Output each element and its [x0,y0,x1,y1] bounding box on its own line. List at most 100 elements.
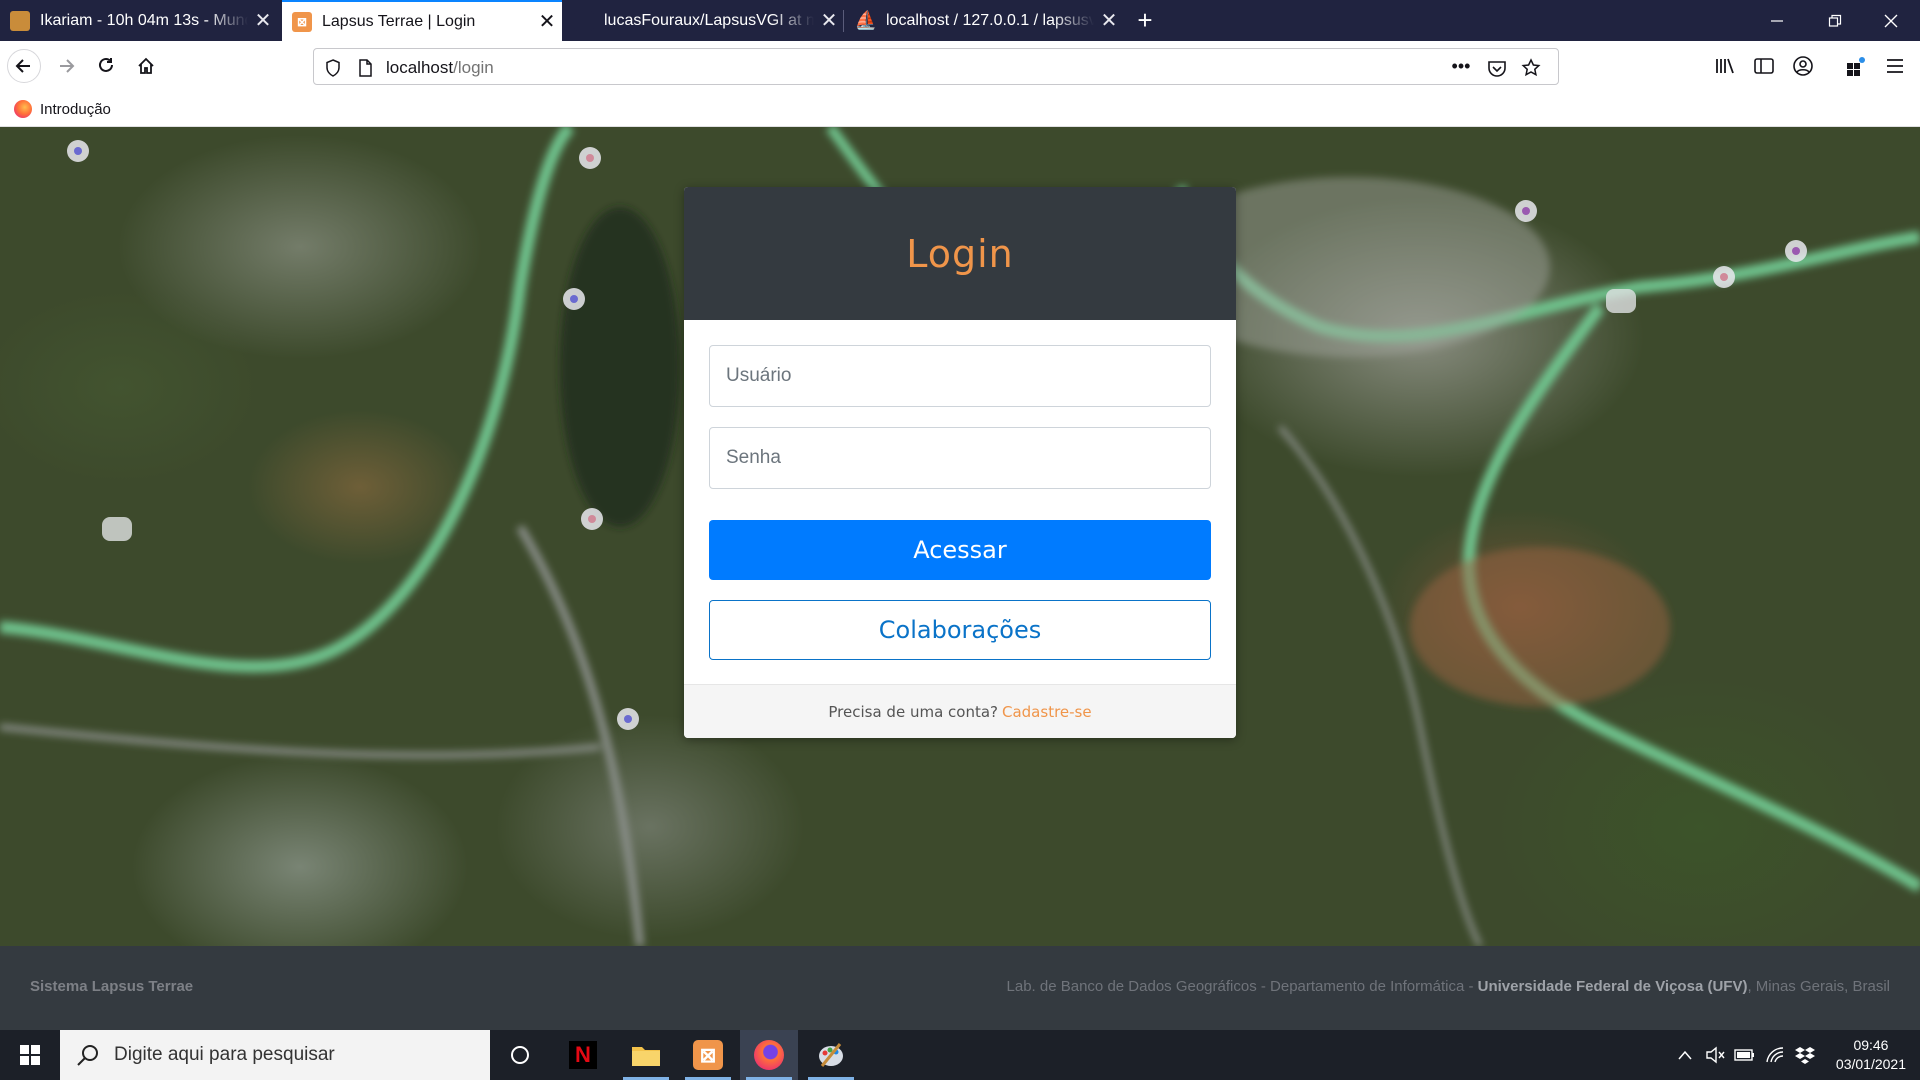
tab-title: localhost / 127.0.0.1 / lapsusvgi [886,11,1094,29]
battery-button[interactable] [1732,1030,1758,1080]
volume-button[interactable] [1702,1030,1728,1080]
home-button[interactable] [129,49,163,83]
battery-icon [1734,1049,1754,1061]
system-name: Sistema Lapsus Terrae [30,978,194,995]
map-marker-dot [1522,207,1530,215]
clock-time: 09:46 [1853,1037,1889,1053]
close-window-button[interactable] [1862,0,1920,41]
system-clock[interactable]: 09:46 03/01/2021 [1836,1036,1906,1074]
password-input[interactable] [709,427,1211,489]
menu-button[interactable] [1878,49,1912,83]
bookmark-star-icon[interactable] [1520,57,1542,79]
close-icon[interactable]: ✕ [532,9,562,34]
close-icon[interactable]: ✕ [814,8,844,33]
firefox-icon [754,1040,784,1070]
login-title: Login [906,231,1014,276]
restore-button[interactable] [1806,0,1864,41]
page-actions-icon[interactable]: ••• [1450,55,1472,77]
lapsus-favicon-icon: ⊠ [292,11,312,32]
search-placeholder: Digite aqui para pesquisar [114,1044,335,1065]
close-icon[interactable]: ✕ [248,8,278,33]
library-icon [1716,58,1734,74]
signup-link[interactable]: Cadastre-se [1002,703,1092,721]
library-button[interactable] [1708,49,1742,83]
arrow-right-icon [60,59,75,73]
forward-button[interactable] [49,49,83,83]
bookmarks-bar: Introdução [0,91,1920,127]
credits-prefix: Lab. de Banco de Dados Geográficos - Dep… [1006,978,1478,995]
new-tab-button[interactable]: + [1130,0,1160,41]
network-button[interactable] [1762,1030,1788,1080]
map-marker [1606,289,1636,313]
site-footer: Sistema Lapsus Terrae Lab. de Banco de D… [0,946,1920,1030]
pocket-icon[interactable] [1486,57,1508,79]
windows-logo-icon [20,1045,40,1065]
minimize-button[interactable] [1748,0,1806,41]
url-path: /login [453,58,494,77]
tab-phpmyadmin[interactable]: ⛵ localhost / 127.0.0.1 / lapsusvgi ✕ [846,0,1124,41]
url-text[interactable]: localhost/login [386,58,494,78]
page-info-icon[interactable] [354,57,376,79]
tab-title: Ikariam - 10h 04m 13s - Mundo [40,11,248,29]
page-content: Login Acessar Colaborações Precisa de um… [0,127,1920,946]
map-marker-dot [624,715,632,723]
show-hidden-icons[interactable] [1672,1030,1698,1080]
reload-button[interactable] [89,49,123,83]
extensions-button[interactable] [1839,49,1873,83]
map-marker [102,517,132,541]
paint-app[interactable] [802,1030,860,1080]
tab-strip: Ikariam - 10h 04m 13s - Mundo ✕ ⊠ Lapsus… [0,0,1920,41]
map-marker-dot [588,515,596,523]
signup-question: Precisa de uma conta? [828,702,998,721]
volume-muted-icon [1706,1046,1725,1064]
account-button[interactable] [1786,49,1820,83]
phpmyadmin-favicon-icon: ⛵ [854,10,878,30]
tab-github[interactable]: lucasFouraux/LapsusVGI at nov ✕ [564,0,844,41]
task-view-button[interactable] [491,1030,549,1080]
github-favicon-icon [574,10,594,31]
tab-title: Lapsus Terrae | Login [322,12,476,30]
cortana-icon [511,1046,529,1064]
home-icon [138,57,154,74]
xampp-icon: ⊠ [693,1040,723,1070]
tab-lapsus-login[interactable]: ⊠ Lapsus Terrae | Login ✕ [282,0,562,41]
bookmark-introducao[interactable]: Introdução [14,100,111,118]
username-input[interactable] [709,345,1211,407]
back-button[interactable] [7,49,41,83]
folder-icon [632,1047,660,1066]
shield-icon[interactable] [322,57,344,79]
navigation-bar: localhost/login ••• [0,41,1920,91]
arrow-left-icon [15,59,30,73]
file-explorer-app[interactable] [617,1030,675,1080]
start-button[interactable] [0,1030,60,1080]
extensions-icon [1847,57,1865,76]
taskbar-search[interactable]: Digite aqui para pesquisar [60,1030,490,1080]
dropbox-button[interactable] [1792,1030,1818,1080]
tab-ikariam[interactable]: Ikariam - 10h 04m 13s - Mundo ✕ [0,0,278,41]
map-marker-dot [1792,247,1800,255]
sidebar-button[interactable] [1747,49,1781,83]
reload-icon [99,57,113,72]
ikariam-favicon-icon [10,10,30,31]
credits-suffix: , Minas Gerais, Brasil [1747,978,1890,995]
clock-date: 03/01/2021 [1835,1056,1906,1072]
map-marker-dot [586,154,594,162]
netflix-app[interactable]: N [554,1030,612,1080]
institution-credits: Lab. de Banco de Dados Geográficos - Dep… [1007,978,1890,995]
xampp-app[interactable]: ⊠ [679,1030,737,1080]
tab-title: lucasFouraux/LapsusVGI at nov [604,11,814,29]
search-icon [77,1045,98,1066]
bookmark-label: Introdução [40,100,111,118]
map-marker-dot [74,147,82,155]
dropbox-icon [1795,1047,1815,1064]
firefox-app[interactable] [740,1030,798,1080]
wifi-icon [1766,1047,1784,1063]
url-bar[interactable]: localhost/login ••• [313,48,1559,85]
restore-icon [1828,14,1842,27]
collaborations-button[interactable]: Colaborações [709,600,1211,660]
close-icon[interactable]: ✕ [1094,8,1124,33]
login-submit-button[interactable]: Acessar [709,520,1211,580]
close-window-icon [1884,14,1898,27]
netflix-icon: N [569,1041,597,1069]
windows-taskbar: Digite aqui para pesquisar N ⊠ 09:46 03/… [0,1030,1920,1080]
